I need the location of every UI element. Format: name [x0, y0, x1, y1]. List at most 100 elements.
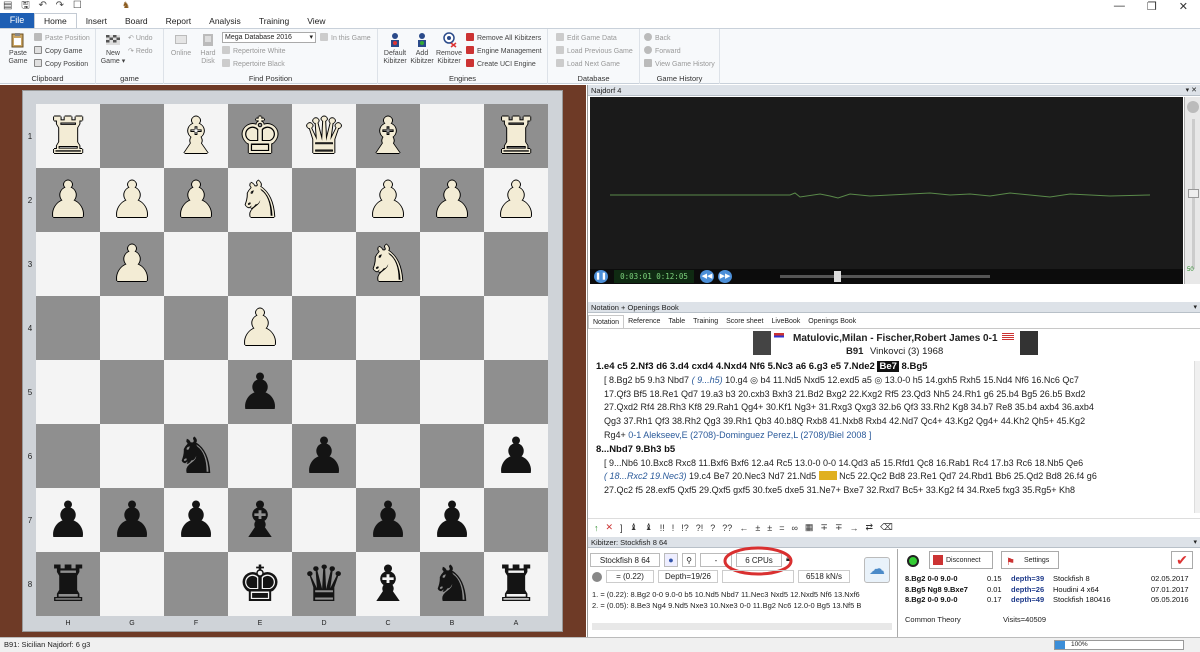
black-knight-icon[interactable]: ♞ [430, 559, 475, 609]
tab-training[interactable]: Training [689, 315, 722, 328]
board-square[interactable]: ♚ [228, 552, 292, 616]
board-square[interactable]: ♞ [164, 424, 228, 488]
undo-button[interactable]: ↶ Undo [128, 33, 153, 44]
tab-training[interactable]: Training [250, 14, 298, 28]
white-pawn-icon[interactable]: ♟ [366, 175, 411, 225]
board-square[interactable]: ♟ [164, 488, 228, 552]
engine-name[interactable]: Stockfish 8 64 [590, 553, 660, 567]
in-this-game-button[interactable]: In this Game [320, 33, 371, 44]
board-square[interactable]: ♞ [356, 232, 420, 296]
board-square[interactable] [420, 424, 484, 488]
variation[interactable]: Nc5 22.Qc2 Bd8 23.Re1 Qd7 24.Rbd1 Bb6 25… [837, 471, 1097, 481]
search-icon[interactable]: ⚲ [682, 553, 696, 567]
tab-score-sheet[interactable]: Score sheet [722, 315, 767, 328]
engine-management-button[interactable]: Engine Management [466, 46, 542, 57]
repertoire-white-button[interactable]: Repertoire White [222, 46, 286, 57]
close-icon[interactable]: ✕ [1179, 0, 1188, 13]
white-pawn-icon[interactable]: ♟ [110, 175, 155, 225]
remove-all-kibitzers-button[interactable]: Remove All Kibitzers [466, 33, 541, 44]
panel-controls-icon[interactable]: ▾ [1193, 537, 1197, 548]
variation[interactable]: [ 8.Bg2 b5 9.h3 Nbd7 [604, 375, 692, 385]
annotation-symbol-button[interactable]: ? [710, 523, 715, 533]
board-square[interactable]: ♜ [484, 104, 548, 168]
tab-report[interactable]: Report [157, 14, 201, 28]
tab-view[interactable]: View [298, 14, 334, 28]
notation-text[interactable]: 1.e4 c5 2.Nf3 d6 3.d4 cxd4 4.Nxd4 Nf6 5.… [596, 360, 1181, 498]
board-square[interactable] [36, 232, 100, 296]
load-previous-game-button[interactable]: Load Previous Game [556, 46, 633, 57]
tab-reference[interactable]: Reference [624, 315, 664, 328]
annotation-symbol-button[interactable]: = [779, 523, 784, 533]
tab-table[interactable]: Table [664, 315, 689, 328]
white-knight-icon[interactable]: ♞ [238, 175, 283, 225]
board-square[interactable]: ♜ [36, 104, 100, 168]
black-rook-icon[interactable]: ♜ [494, 559, 539, 609]
board-square[interactable]: ♟ [228, 296, 292, 360]
board-square[interactable]: ♟ [164, 168, 228, 232]
seek-handle[interactable] [834, 271, 841, 282]
board-square[interactable]: ♚ [228, 104, 292, 168]
board-square[interactable]: ♝ [164, 104, 228, 168]
livebook-row[interactable]: 8.Bg2 0-0 9.0-0 0.17 depth=49 Stockfish 180… [905, 595, 1197, 606]
black-bishop-icon[interactable]: ♝ [238, 495, 283, 545]
board-square[interactable] [292, 232, 356, 296]
tab-analysis[interactable]: Analysis [200, 14, 250, 28]
board-square[interactable]: ♞ [420, 552, 484, 616]
board-square[interactable]: ♟ [420, 488, 484, 552]
volume-icon[interactable] [1187, 101, 1199, 113]
annotation-symbol-button[interactable]: ∞ [791, 523, 797, 533]
black-bishop-icon[interactable]: ♝ [366, 559, 411, 609]
board-square[interactable] [100, 552, 164, 616]
annotation-symbol-button[interactable]: ← [739, 523, 748, 533]
volume-handle[interactable] [1188, 189, 1199, 198]
board-square[interactable] [420, 296, 484, 360]
variation[interactable]: Qg3 37.Rh1 Qf3 38.Rh2 Qg3 39.Rh1 Qb3 40.… [596, 415, 1181, 429]
board-square[interactable]: ♟ [100, 232, 164, 296]
annotation-symbol-button[interactable]: ⇄ [866, 522, 874, 533]
copy-game-button[interactable]: Copy Game [34, 46, 82, 57]
variation-comment[interactable]: ( 9...h5) [692, 375, 723, 385]
main-line[interactable]: 8.Bg5 [902, 361, 928, 372]
board-square[interactable] [484, 488, 548, 552]
white-bishop-icon[interactable]: ♝ [366, 111, 411, 161]
minimize-icon[interactable]: — [1114, 0, 1125, 13]
board-square[interactable] [292, 168, 356, 232]
board-square[interactable] [100, 296, 164, 360]
white-pawn-icon[interactable]: ♟ [174, 175, 219, 225]
board-square[interactable] [100, 104, 164, 168]
board-square[interactable]: ♟ [484, 424, 548, 488]
fast-forward-icon[interactable]: ▶▶ [718, 270, 732, 283]
tab-livebook[interactable]: LiveBook [768, 315, 805, 328]
tab-openings-book[interactable]: Openings Book [804, 315, 860, 328]
board-square[interactable] [292, 360, 356, 424]
board-square[interactable] [164, 552, 228, 616]
board-square[interactable]: ♛ [292, 552, 356, 616]
maximize-icon[interactable]: ❐ [1147, 0, 1157, 13]
annotation-symbol-button[interactable]: ✕ [606, 522, 614, 533]
edit-game-data-button[interactable]: Edit Game Data [556, 33, 617, 44]
video-player[interactable] [590, 97, 1183, 284]
board-square[interactable]: ♛ [292, 104, 356, 168]
paste-position-button[interactable]: Paste Position [34, 33, 90, 44]
board-square[interactable] [420, 360, 484, 424]
board-square[interactable] [36, 424, 100, 488]
board-square[interactable]: ♟ [356, 168, 420, 232]
annotation-symbol-button[interactable]: ⌫ [880, 522, 893, 533]
annotation-symbol-button[interactable]: ?? [722, 523, 732, 533]
panel-controls-icon[interactable]: ▾ [1193, 302, 1197, 313]
variation[interactable]: 17.Qf3 Bf5 18.Re1 Qd7 19.a3 b3 20.cxb3 B… [596, 388, 1181, 402]
board-square[interactable] [484, 232, 548, 296]
annotation-symbol-button[interactable]: ± [767, 523, 772, 533]
black-pawn-icon[interactable]: ♟ [366, 495, 411, 545]
annotation-symbol-button[interactable]: ↑ [594, 523, 599, 533]
white-knight-icon[interactable]: ♞ [366, 239, 411, 289]
rewind-icon[interactable]: ◀◀ [700, 270, 714, 283]
copy-position-button[interactable]: Copy Position [34, 59, 88, 70]
cloud-icon[interactable]: ☁︎ [864, 557, 890, 583]
annotation-symbol-button[interactable]: ▦ [805, 522, 814, 533]
board-square[interactable] [292, 296, 356, 360]
online-button[interactable]: Online [168, 32, 194, 58]
back-button[interactable]: Back [644, 33, 671, 44]
black-queen-icon[interactable]: ♛ [302, 559, 347, 609]
tab-home[interactable]: Home [34, 13, 77, 28]
